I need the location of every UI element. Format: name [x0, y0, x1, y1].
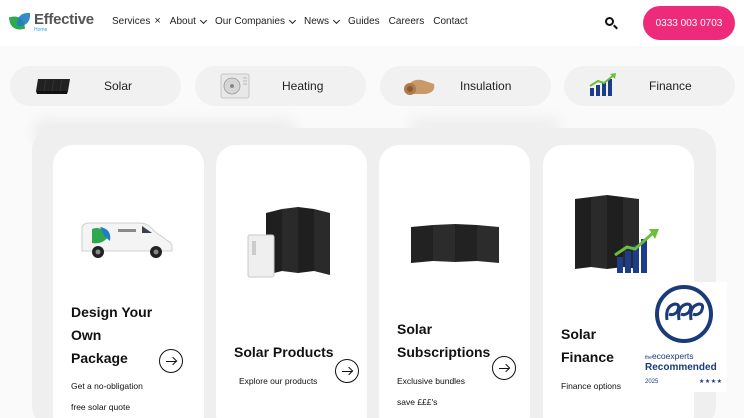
- card-description: Get a no-obligation free solar quote: [71, 376, 143, 418]
- card-description-line: save £££'s: [397, 397, 438, 407]
- star-rating-icon: ★★★★: [699, 379, 723, 385]
- site-header: Effective Home Services × About Our Comp…: [0, 0, 744, 46]
- card-title-line: Finance: [561, 349, 614, 365]
- chevron-down-icon: [199, 16, 207, 24]
- nav-our-companies[interactable]: Our Companies: [214, 16, 297, 27]
- search-icon[interactable]: [605, 17, 618, 30]
- category-insulation[interactable]: Insulation: [380, 66, 551, 106]
- card-description: Exclusive bundles save £££'s: [397, 371, 465, 413]
- logo-title: Effective: [34, 11, 94, 28]
- card-description-line: Exclusive bundles: [397, 376, 466, 386]
- effective-home-logo[interactable]: Effective Home: [8, 11, 94, 33]
- finance-chart-icon: [589, 73, 616, 96]
- nav-news[interactable]: News: [303, 16, 341, 27]
- card-description: Finance options: [561, 376, 621, 397]
- card-title: Solar Products: [234, 341, 334, 364]
- nav-services-label: Services: [112, 16, 151, 27]
- page: Effective Home Services × About Our Comp…: [0, 0, 744, 418]
- card-title-line: Design Your: [71, 304, 153, 320]
- close-icon[interactable]: ×: [154, 16, 160, 27]
- arrow-right-icon[interactable]: [335, 359, 359, 383]
- battery-and-panels-image: [247, 207, 330, 278]
- insulation-roll-icon: [404, 79, 435, 95]
- category-heating-label: Heating: [282, 79, 324, 93]
- eco-experts-name: theecoexperts: [645, 351, 694, 361]
- card-title: Solar Finance: [561, 323, 614, 369]
- category-finance[interactable]: Finance: [564, 66, 735, 106]
- nav-services[interactable]: Services ×: [112, 16, 161, 28]
- nav-news-label: News: [303, 16, 329, 27]
- heat-pump-icon: [220, 73, 250, 99]
- nav-about-label: About: [169, 16, 196, 27]
- category-heating[interactable]: Heating: [195, 66, 366, 106]
- nav-our-companies-label: Our Companies: [214, 16, 285, 27]
- card-solar-subscriptions[interactable]: Solar Subscriptions Exclusive bundles sa…: [379, 145, 530, 418]
- card-design-your-own-package[interactable]: Design Your Own Package Get a no-obligat…: [53, 145, 204, 418]
- nav-guides[interactable]: Guides: [348, 16, 380, 27]
- nav-careers[interactable]: Careers: [389, 16, 425, 27]
- logo-subtitle: Home: [34, 27, 48, 33]
- eco-experts-logo-icon: [655, 285, 713, 343]
- card-title-line: Own: [71, 327, 102, 343]
- card-description-line: Explore our products: [239, 376, 318, 386]
- leaf-logo-icon: [8, 12, 32, 32]
- card-description-line: Get a no-obligation: [71, 381, 143, 391]
- panels-with-growth-chart-image: [575, 195, 659, 273]
- arrow-right-icon[interactable]: [159, 349, 183, 373]
- solar-panel-icon: [36, 78, 70, 94]
- category-solar-label: Solar: [104, 79, 133, 93]
- card-title-line: Subscriptions: [397, 344, 491, 360]
- eco-experts-year: 2025: [645, 379, 659, 385]
- main-nav: Services × About Our Companies News Guid…: [112, 16, 477, 28]
- card-solar-products[interactable]: Solar Products Explore our products: [216, 145, 367, 418]
- card-title: Design Your Own Package: [71, 301, 152, 370]
- card-title-line: Solar: [561, 326, 597, 342]
- solar-panels-image: [411, 224, 499, 263]
- chevron-down-icon: [332, 16, 341, 24]
- category-insulation-label: Insulation: [460, 79, 512, 93]
- nav-about[interactable]: About: [169, 16, 207, 27]
- card-description-line: free solar quote: [71, 402, 131, 412]
- phone-button[interactable]: 0333 003 0703: [643, 6, 735, 40]
- card-title-line: Solar Products: [234, 344, 334, 360]
- arrow-right-icon[interactable]: [492, 356, 516, 380]
- nav-guides-label: Guides: [347, 16, 380, 27]
- card-title-line: Package: [71, 350, 128, 366]
- card-description: Explore our products: [239, 371, 317, 392]
- eco-experts-recommended: Recommended: [645, 362, 717, 373]
- nav-careers-label: Careers: [388, 16, 425, 27]
- chevron-down-icon: [288, 16, 297, 24]
- eco-experts-prefix: the: [645, 355, 652, 361]
- van-image: [81, 222, 173, 258]
- card-description-line: Finance options: [561, 381, 622, 391]
- nav-contact-label: Contact: [433, 16, 468, 27]
- card-title: Solar Subscriptions: [397, 318, 490, 364]
- eco-experts-badge[interactable]: theecoexperts Recommended 2025 ★★★★: [643, 282, 727, 392]
- eco-experts-name-text: ecoexperts: [651, 351, 694, 361]
- category-solar[interactable]: Solar: [10, 66, 181, 106]
- card-title-line: Solar: [397, 321, 433, 337]
- category-finance-label: Finance: [649, 79, 692, 93]
- nav-contact[interactable]: Contact: [433, 16, 467, 27]
